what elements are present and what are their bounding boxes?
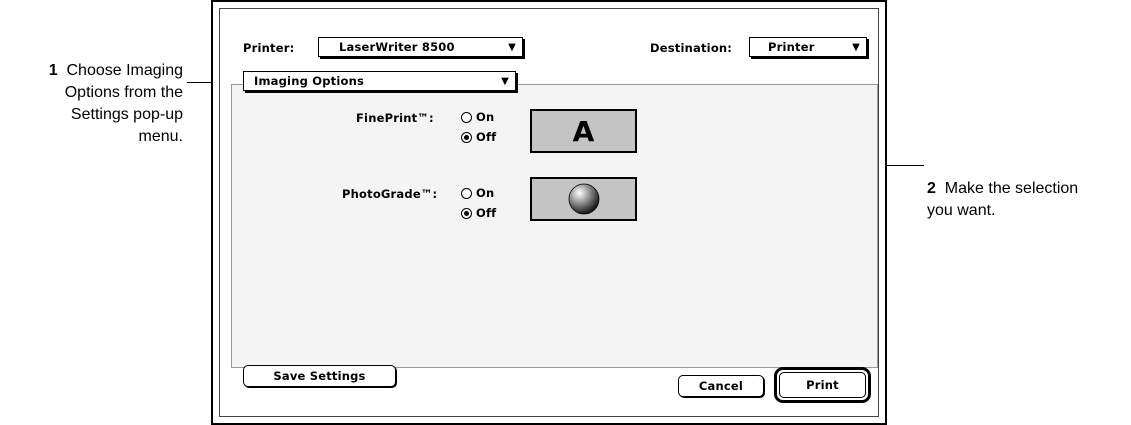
triangle-down-icon: ▼ xyxy=(508,41,516,53)
callout-step-1-line4: menu. xyxy=(138,128,183,145)
fineprint-label: FinePrint™: xyxy=(356,111,434,125)
triangle-down-icon: ▼ xyxy=(852,41,860,53)
fineprint-preview: A xyxy=(530,109,637,153)
callout-step-2-number: 2 xyxy=(927,180,936,197)
sphere-icon xyxy=(568,183,599,215)
callout-step-2-line1: Make the selection xyxy=(944,180,1079,197)
settings-popup-value: Imaging Options xyxy=(254,74,364,88)
photograde-label: PhotoGrade™: xyxy=(342,187,438,201)
callout-step-2-line2: you want. xyxy=(927,202,996,219)
save-settings-label: Save Settings xyxy=(273,369,366,383)
printer-popup[interactable]: LaserWriter 8500 ▼ xyxy=(318,37,523,57)
callout-step-1: 1 Choose Imaging Options from the Settin… xyxy=(0,60,183,148)
photograde-on-radio[interactable]: On xyxy=(461,186,494,200)
photograde-on-label: On xyxy=(476,186,495,200)
callout-step-2: 2 Make the selection you want. xyxy=(927,178,1131,222)
radio-selected-icon xyxy=(461,207,472,219)
triangle-down-icon: ▼ xyxy=(501,75,509,87)
radio-unselected-icon xyxy=(461,187,472,199)
cancel-label: Cancel xyxy=(698,379,744,393)
radio-unselected-icon xyxy=(461,111,472,123)
callout-step-1-number: 1 xyxy=(48,62,58,79)
printer-popup-value: LaserWriter 8500 xyxy=(339,40,455,54)
photograde-off-radio[interactable]: Off xyxy=(461,206,496,220)
fineprint-off-label: Off xyxy=(476,130,497,144)
radio-selected-icon xyxy=(461,131,472,143)
callout-step-1-line2: Options from the xyxy=(64,84,183,101)
save-settings-button[interactable]: Save Settings xyxy=(243,365,396,387)
print-label: Print xyxy=(806,378,839,392)
fineprint-on-radio[interactable]: On xyxy=(461,110,494,124)
photograde-preview xyxy=(530,177,637,221)
cancel-button[interactable]: Cancel xyxy=(678,375,764,397)
callout-step-1-line3: Settings pop-up xyxy=(70,106,183,123)
destination-popup-value: Printer xyxy=(768,40,815,54)
fineprint-on-label: On xyxy=(476,110,495,124)
printer-label: Printer: xyxy=(243,41,295,55)
fineprint-off-radio[interactable]: Off xyxy=(461,130,496,144)
photograde-off-label: Off xyxy=(476,206,497,220)
destination-label: Destination: xyxy=(650,41,733,55)
settings-popup[interactable]: Imaging Options ▼ xyxy=(243,71,516,91)
destination-popup[interactable]: Printer ▼ xyxy=(749,37,867,57)
fineprint-preview-glyph: A xyxy=(572,114,595,148)
print-button[interactable]: Print xyxy=(779,372,866,398)
callout-step-1-line1: Choose Imaging xyxy=(66,62,183,79)
